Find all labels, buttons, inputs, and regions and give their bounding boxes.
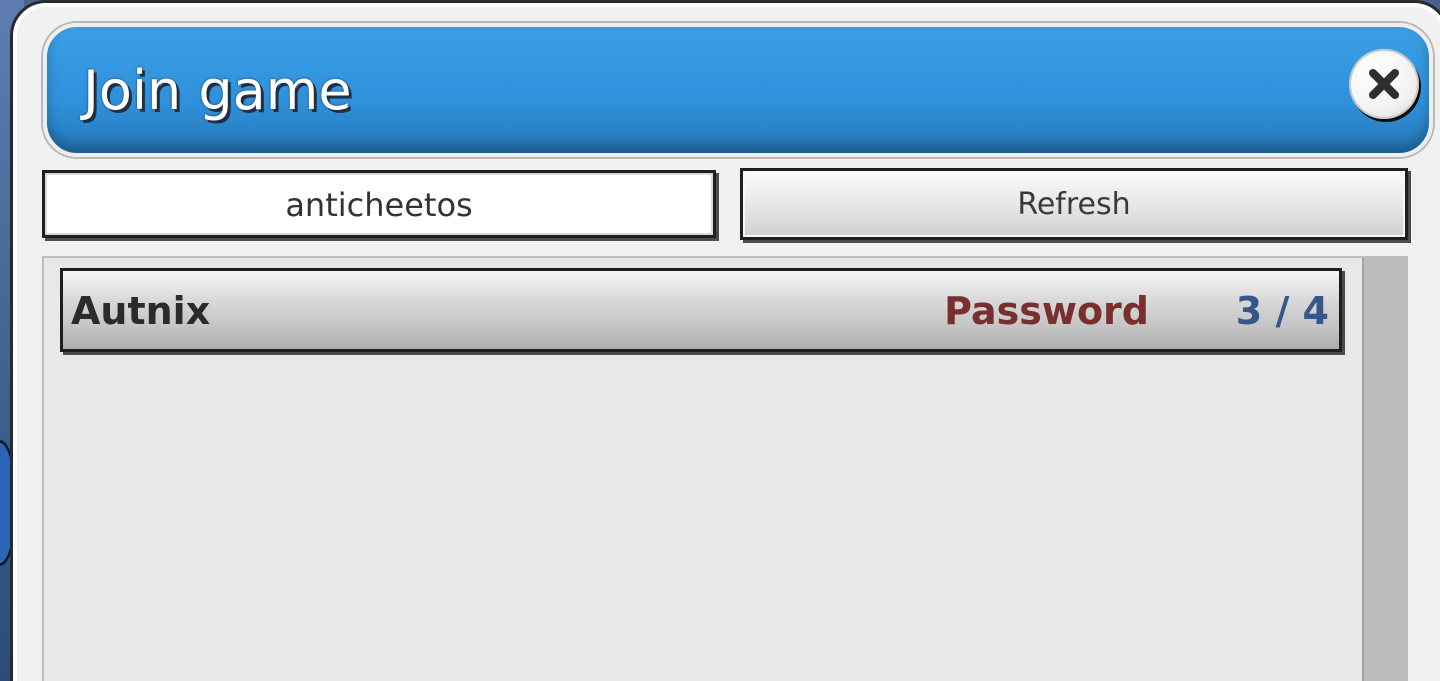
dialog-titlebar: Join game — [43, 23, 1433, 157]
game-search-input[interactable]: anticheetos — [42, 170, 716, 238]
close-button[interactable] — [1349, 49, 1419, 119]
dialog-title: Join game — [83, 59, 352, 122]
game-player-count: 3 / 4 — [1235, 289, 1329, 333]
game-password-status: Password — [944, 289, 1149, 333]
game-list-scrollbar[interactable] — [1362, 258, 1406, 681]
game-name: Autnix — [71, 289, 211, 333]
game-list: Autnix Password 3 / 4 — [42, 256, 1408, 681]
game-list-item[interactable]: Autnix Password 3 / 4 — [60, 268, 1342, 352]
close-icon — [1369, 69, 1399, 99]
refresh-button[interactable]: Refresh — [740, 168, 1408, 240]
